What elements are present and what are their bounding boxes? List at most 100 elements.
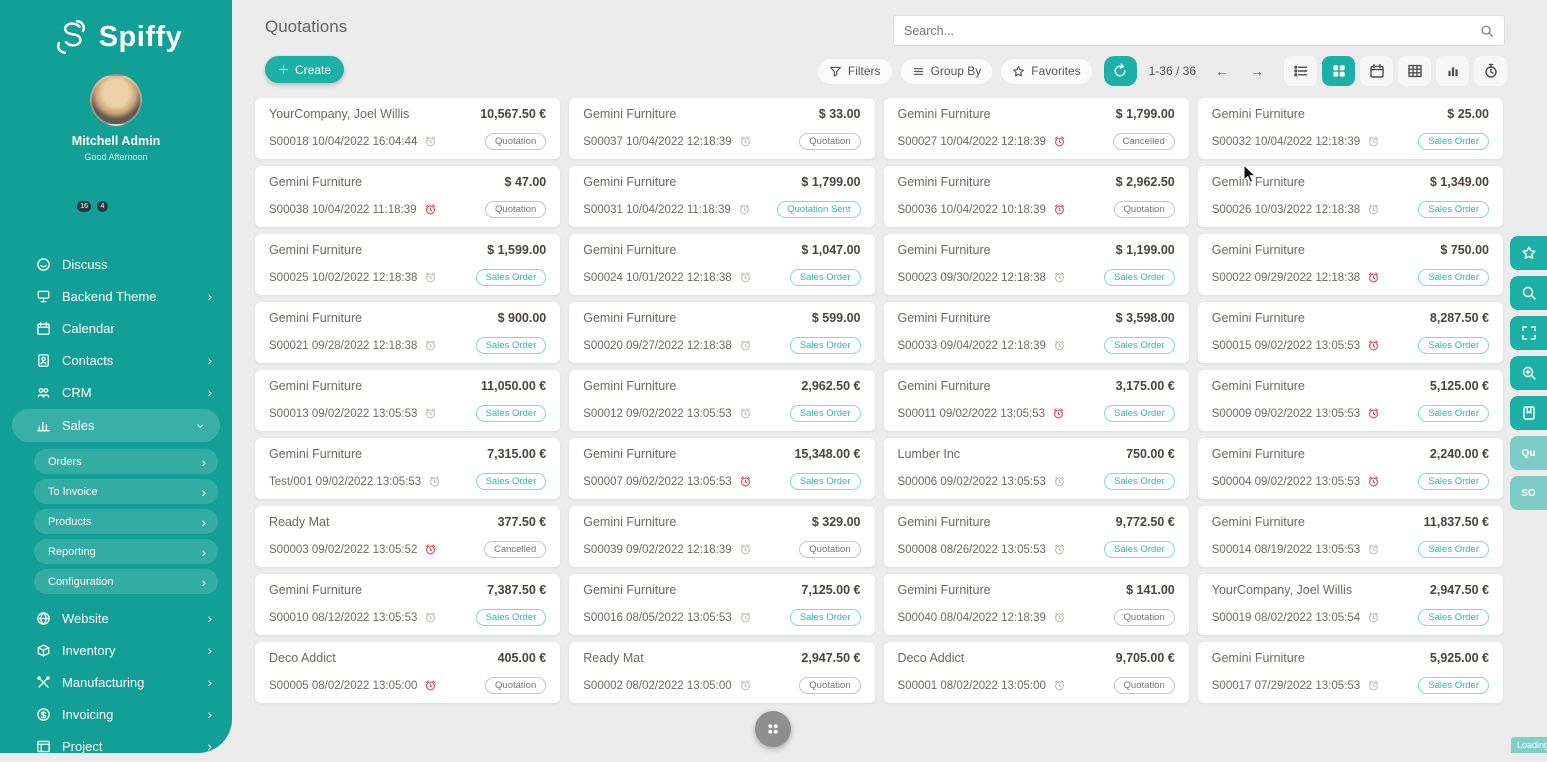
group-by-button[interactable]: Group By	[900, 58, 994, 85]
sidebar-item-sales[interactable]: Sales›	[12, 409, 220, 442]
quotation-card[interactable]: Gemini Furniture5,125.00 €S00009 09/02/2…	[1198, 370, 1503, 431]
tool-fullscreen-button[interactable]	[1510, 316, 1547, 350]
activity-clock-icon[interactable]	[739, 475, 752, 488]
quotation-card[interactable]: Gemini Furniture11,837.50 €S00014 08/19/…	[1198, 506, 1503, 567]
sidebar-item-invoicing[interactable]: Invoicing›	[0, 698, 232, 730]
activity-clock-icon[interactable]	[424, 611, 437, 624]
activity-view-button[interactable]	[1474, 56, 1507, 86]
sidebar-item-manufacturing[interactable]: Manufacturing›	[0, 666, 232, 698]
activity-clock-icon[interactable]	[739, 679, 752, 692]
activity-clock-icon[interactable]	[1367, 475, 1380, 488]
activity-clock-icon[interactable]	[739, 543, 752, 556]
activity-clock-icon[interactable]	[1053, 203, 1066, 216]
quotation-card[interactable]: Gemini Furniture8,287.50 €S00015 09/02/2…	[1198, 302, 1503, 363]
calendar-view-button[interactable]	[1360, 56, 1393, 86]
quotation-card[interactable]: Gemini Furniture$ 1,047.00S00024 10/01/2…	[569, 234, 874, 295]
submenu-item-products[interactable]: Products›	[34, 509, 218, 534]
graph-view-button[interactable]	[1436, 56, 1469, 86]
quotation-card[interactable]: Deco Addict405.00 €S00005 08/02/2022 13:…	[255, 642, 560, 703]
quotation-card[interactable]: Ready Mat2,947.50 €S00002 08/02/2022 13:…	[569, 642, 874, 703]
activity-clock-icon[interactable]	[1367, 679, 1380, 692]
activity-clock-icon[interactable]	[1367, 339, 1380, 352]
tool-so-tab[interactable]: SO	[1510, 476, 1547, 510]
quotation-card[interactable]: Gemini Furniture7,387.50 €S00010 08/12/2…	[255, 574, 560, 635]
quotation-card[interactable]: Ready Mat377.50 €S00003 09/02/2022 13:05…	[255, 506, 560, 567]
quotation-card[interactable]: Gemini Furniture$ 1,799.00S00027 10/04/2…	[884, 98, 1189, 159]
activity-clock-icon[interactable]	[1367, 407, 1380, 420]
kanban-view-button[interactable]	[1322, 56, 1355, 86]
apps-dots-button[interactable]	[755, 711, 791, 747]
quotation-card[interactable]: Gemini Furniture$ 750.00S00022 09/29/202…	[1198, 234, 1503, 295]
tool-zoomin-button[interactable]	[1510, 356, 1547, 390]
activity-clock-icon[interactable]	[1053, 543, 1066, 556]
activity-clock-icon[interactable]	[1053, 611, 1066, 624]
pager-next-button[interactable]: →	[1243, 63, 1271, 79]
quotation-card[interactable]: Gemini Furniture$ 1,349.00S00026 10/03/2…	[1198, 166, 1503, 227]
sidebar-item-crm[interactable]: CRM›	[0, 376, 232, 408]
activity-clock-icon[interactable]	[424, 339, 437, 352]
sidebar-item-project[interactable]: Project›	[0, 730, 232, 762]
quotation-card[interactable]: YourCompany, Joel Willis2,947.50 €S00019…	[1198, 574, 1503, 635]
activity-clock-icon[interactable]	[739, 135, 752, 148]
sidebar-item-calendar[interactable]: Calendar	[0, 312, 232, 344]
submenu-item-orders[interactable]: Orders›	[34, 449, 218, 474]
sidebar-item-website[interactable]: Website›	[0, 602, 232, 634]
quotation-card[interactable]: Gemini Furniture$ 2,962.50S00036 10/04/2…	[884, 166, 1189, 227]
search-input[interactable]	[904, 24, 1480, 38]
quotation-card[interactable]: Gemini Furniture$ 3,598.00S00033 09/04/2…	[884, 302, 1189, 363]
quotation-card[interactable]: YourCompany, Joel Willis10,567.50 €S0001…	[255, 98, 560, 159]
sidebar-item-backend-theme[interactable]: Backend Theme›	[0, 280, 232, 312]
activity-clock-icon[interactable]	[1367, 135, 1380, 148]
quotation-card[interactable]: Gemini Furniture$ 47.00S00038 10/04/2022…	[255, 166, 560, 227]
refresh-button[interactable]	[1104, 56, 1137, 86]
activity-clock-icon[interactable]	[428, 475, 441, 488]
quotation-card[interactable]: Gemini Furniture7,315.00 €Test/001 09/02…	[255, 438, 560, 499]
sidebar-item-contacts[interactable]: Contacts›	[0, 344, 232, 376]
sidebar-item-inventory[interactable]: Inventory›	[0, 634, 232, 666]
quotation-card[interactable]: Gemini Furniture$ 1,199.00S00023 09/30/2…	[884, 234, 1189, 295]
activity-clock-icon[interactable]	[424, 543, 437, 556]
activity-clock-icon[interactable]	[1053, 339, 1066, 352]
search-icon[interactable]	[1480, 24, 1494, 38]
quotation-card[interactable]: Gemini Furniture$ 1,599.00S00025 10/02/2…	[255, 234, 560, 295]
activity-clock-icon[interactable]	[1367, 543, 1380, 556]
quotation-card[interactable]: Gemini Furniture$ 599.00S00020 09/27/202…	[569, 302, 874, 363]
quotation-card[interactable]: Gemini Furniture$ 141.00S00040 08/04/202…	[884, 574, 1189, 635]
search-bar[interactable]	[893, 15, 1505, 46]
quotation-card[interactable]: Gemini Furniture$ 329.00S00039 09/02/202…	[569, 506, 874, 567]
activity-clock-icon[interactable]	[739, 271, 752, 284]
pager-prev-button[interactable]: ←	[1208, 63, 1236, 79]
activity-clock-icon[interactable]	[424, 135, 437, 148]
create-button[interactable]: Create	[265, 56, 344, 83]
tool-qu-tab[interactable]: Qu	[1510, 436, 1547, 470]
activity-clock-icon[interactable]	[424, 679, 437, 692]
quotation-card[interactable]: Gemini Furniture$ 33.00S00037 10/04/2022…	[569, 98, 874, 159]
activity-clock-icon[interactable]	[1367, 271, 1380, 284]
quotation-card[interactable]: Deco Addict9,705.00 €S00001 08/02/2022 1…	[884, 642, 1189, 703]
activity-clock-icon[interactable]	[424, 203, 437, 216]
activity-clock-icon[interactable]	[1053, 475, 1066, 488]
quotation-card[interactable]: Gemini Furniture11,050.00 €S00013 09/02/…	[255, 370, 560, 431]
quotation-card[interactable]: Gemini Furniture7,125.00 €S00016 08/05/2…	[569, 574, 874, 635]
submenu-item-configuration[interactable]: Configuration›	[34, 569, 218, 594]
quotation-card[interactable]: Gemini Furniture$ 1,799.00S00031 10/04/2…	[569, 166, 874, 227]
tool-search-button[interactable]	[1510, 276, 1547, 310]
favorites-button[interactable]: Favorites	[1000, 58, 1092, 85]
quotation-card[interactable]: Lumber Inc750.00 €S00006 09/02/2022 13:0…	[884, 438, 1189, 499]
filters-button[interactable]: Filters	[817, 58, 893, 85]
quotation-card[interactable]: Gemini Furniture9,772.50 €S00008 08/26/2…	[884, 506, 1189, 567]
submenu-item-reporting[interactable]: Reporting›	[34, 539, 218, 564]
activity-clock-icon[interactable]	[1053, 679, 1066, 692]
tool-star-button[interactable]	[1510, 236, 1547, 270]
activity-clock-icon[interactable]	[1053, 135, 1066, 148]
activity-clock-icon[interactable]	[1052, 407, 1065, 420]
sidebar-item-discuss[interactable]: Discuss	[0, 248, 232, 280]
submenu-item-to-invoice[interactable]: To Invoice›	[34, 479, 218, 504]
activity-clock-icon[interactable]	[739, 339, 752, 352]
quotation-card[interactable]: Gemini Furniture15,348.00 €S00007 09/02/…	[569, 438, 874, 499]
activity-clock-icon[interactable]	[1053, 271, 1066, 284]
pivot-view-button[interactable]	[1398, 56, 1431, 86]
activity-clock-icon[interactable]	[424, 271, 437, 284]
activity-clock-icon[interactable]	[738, 203, 751, 216]
quotation-card[interactable]: Gemini Furniture2,962.50 €S00012 09/02/2…	[569, 370, 874, 431]
